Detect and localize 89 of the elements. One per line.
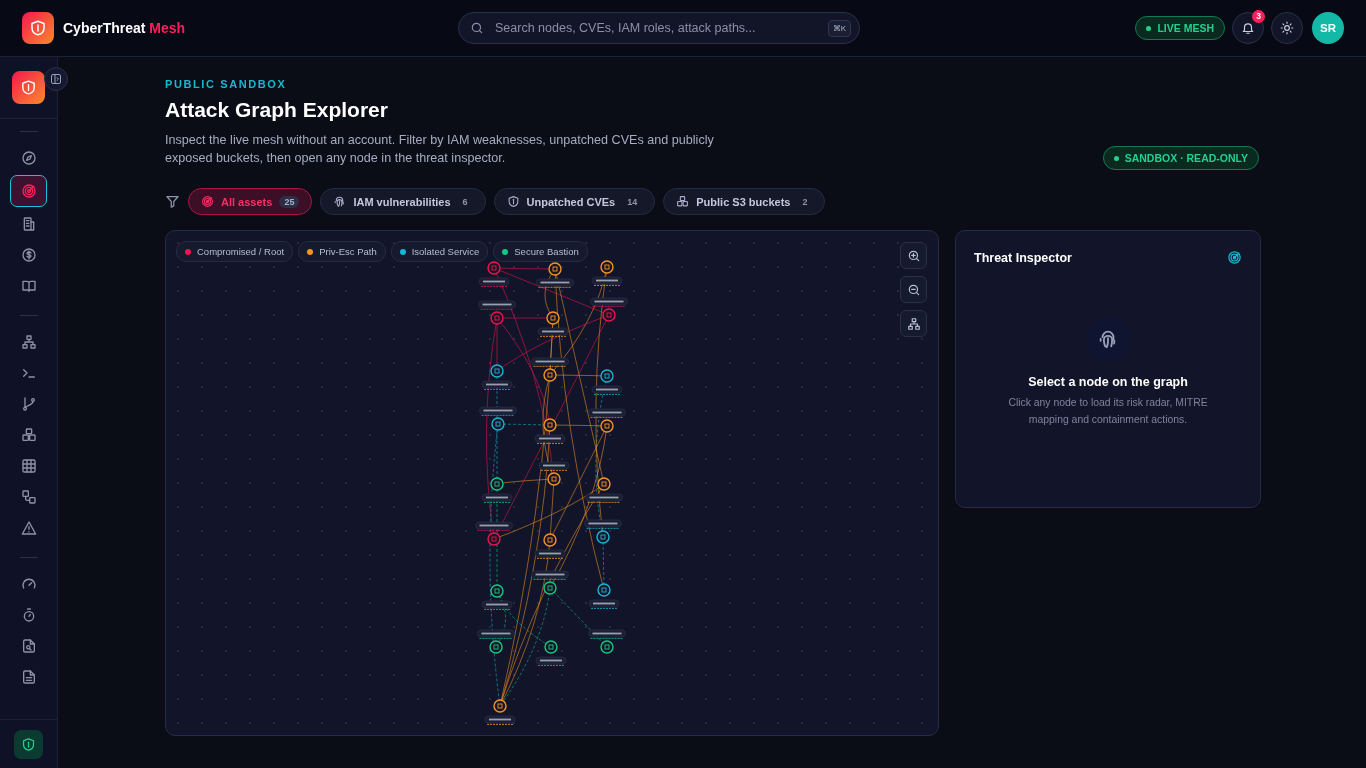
fingerprint-icon bbox=[333, 195, 347, 208]
sitemap-icon bbox=[20, 334, 37, 350]
search-field[interactable]: Search nodes, CVEs, IAM roles, attack paths... ⌘K bbox=[458, 12, 860, 44]
graph-node[interactable] bbox=[588, 583, 620, 609]
graph-node[interactable] bbox=[479, 406, 517, 431]
search-icon bbox=[470, 21, 484, 35]
sidebar-item[interactable] bbox=[10, 175, 47, 207]
graph-node[interactable] bbox=[588, 408, 626, 433]
graph-node[interactable] bbox=[537, 311, 569, 337]
layout-button[interactable] bbox=[900, 310, 927, 337]
graph-node[interactable] bbox=[585, 477, 623, 503]
empty-state-title: Select a node on the graph bbox=[1028, 375, 1188, 389]
legend-item: Secure Bastion bbox=[493, 241, 588, 262]
collapse-sidebar-button[interactable] bbox=[44, 67, 68, 91]
graph-node[interactable] bbox=[588, 629, 626, 654]
sitemap-icon bbox=[906, 316, 921, 331]
filter-icon bbox=[165, 194, 180, 209]
legend-item: Compromised / Root bbox=[176, 241, 294, 262]
filter-count: 25 bbox=[279, 195, 300, 208]
sidebar-toggle-icon bbox=[50, 73, 62, 85]
graph-node[interactable] bbox=[531, 357, 569, 382]
graph-node[interactable] bbox=[481, 584, 513, 610]
grid-icon bbox=[20, 458, 37, 474]
filter-chip[interactable]: Unpatched CVEs 14 bbox=[493, 188, 656, 215]
bell-icon bbox=[1241, 21, 1255, 35]
warning-icon bbox=[20, 520, 37, 536]
graph-node[interactable] bbox=[590, 297, 628, 322]
book-icon bbox=[20, 278, 37, 294]
radar-icon bbox=[1227, 250, 1242, 265]
zoom-in-icon bbox=[906, 248, 921, 263]
filter-count: 14 bbox=[626, 195, 639, 208]
boxes-icon bbox=[20, 427, 37, 443]
zoom-in-button[interactable] bbox=[900, 242, 927, 269]
file-search-icon bbox=[20, 638, 37, 654]
shortcut-hint: ⌘K bbox=[827, 19, 851, 37]
sun-icon bbox=[1280, 21, 1294, 35]
legend-item: Priv-Esc Path bbox=[298, 241, 386, 262]
app-logo[interactable] bbox=[22, 12, 54, 44]
filter-chip[interactable]: All assets 25 bbox=[188, 188, 313, 215]
boxes-icon bbox=[676, 195, 690, 208]
filter-chip[interactable]: Public S3 buckets 2 bbox=[663, 188, 826, 215]
graph-node[interactable] bbox=[478, 300, 516, 325]
graph-node[interactable] bbox=[534, 533, 566, 559]
document-icon bbox=[20, 669, 37, 685]
zoom-out-icon bbox=[906, 282, 921, 297]
notifications-button[interactable]: 3 bbox=[1232, 12, 1264, 44]
live-status-badge: LIVE MESH bbox=[1135, 16, 1225, 40]
graph-node[interactable] bbox=[534, 418, 566, 444]
radar-icon bbox=[201, 195, 214, 208]
app-name: CyberThreat Mesh bbox=[63, 20, 186, 36]
workflow-icon bbox=[20, 489, 37, 505]
shield-icon bbox=[20, 79, 37, 96]
graph-node[interactable] bbox=[478, 261, 510, 287]
security-status-button[interactable] bbox=[14, 729, 43, 759]
graph-node[interactable] bbox=[591, 260, 623, 286]
shield-icon bbox=[21, 736, 36, 752]
compass-icon bbox=[20, 150, 37, 166]
graph-node[interactable] bbox=[536, 262, 574, 288]
radar-icon bbox=[20, 183, 37, 199]
shield-icon bbox=[29, 19, 47, 37]
branch-icon bbox=[20, 396, 37, 412]
graph-node[interactable] bbox=[584, 519, 622, 544]
dollar-icon bbox=[20, 247, 37, 263]
graph-node[interactable] bbox=[475, 521, 513, 546]
graph-node[interactable] bbox=[484, 699, 516, 725]
theme-toggle-button[interactable] bbox=[1271, 12, 1303, 44]
gauge-icon bbox=[20, 576, 37, 592]
graph-node[interactable] bbox=[531, 570, 569, 595]
search-input[interactable]: Search nodes, CVEs, IAM roles, attack paths... bbox=[493, 20, 819, 36]
sandbox-badge: SANDBOX · READ-ONLY bbox=[1102, 146, 1259, 170]
graph-node[interactable] bbox=[538, 461, 570, 486]
shield-icon bbox=[506, 195, 520, 208]
legend-item: Isolated Service bbox=[390, 241, 489, 262]
filter-count: 2 bbox=[801, 195, 809, 208]
graph-node[interactable] bbox=[477, 629, 515, 654]
graph-node[interactable] bbox=[481, 477, 513, 503]
page-eyebrow: PUBLIC SANDBOX bbox=[165, 78, 288, 90]
page-title: Attack Graph Explorer bbox=[165, 98, 389, 122]
empty-state-text: Click any node to load its risk radar, MITRE mapping and containment actions. bbox=[1008, 396, 1208, 427]
inspector-title: Threat Inspector bbox=[974, 250, 1072, 265]
zoom-out-button[interactable] bbox=[900, 276, 927, 303]
filter-count: 6 bbox=[461, 195, 469, 208]
app-logo[interactable] bbox=[12, 71, 45, 104]
notification-count: 3 bbox=[1252, 10, 1265, 23]
graph-node[interactable] bbox=[481, 364, 513, 390]
page-description: Inspect the live mesh without an account. Filter by IAM weaknesses, unpatched CVEs and publicly exposed buckets, then open any node in the threat inspector. bbox=[165, 132, 715, 167]
graph-node[interactable] bbox=[591, 369, 623, 395]
filter-chip[interactable]: IAM vulnerabilities 6 bbox=[320, 188, 486, 215]
graph-node[interactable] bbox=[535, 640, 567, 666]
